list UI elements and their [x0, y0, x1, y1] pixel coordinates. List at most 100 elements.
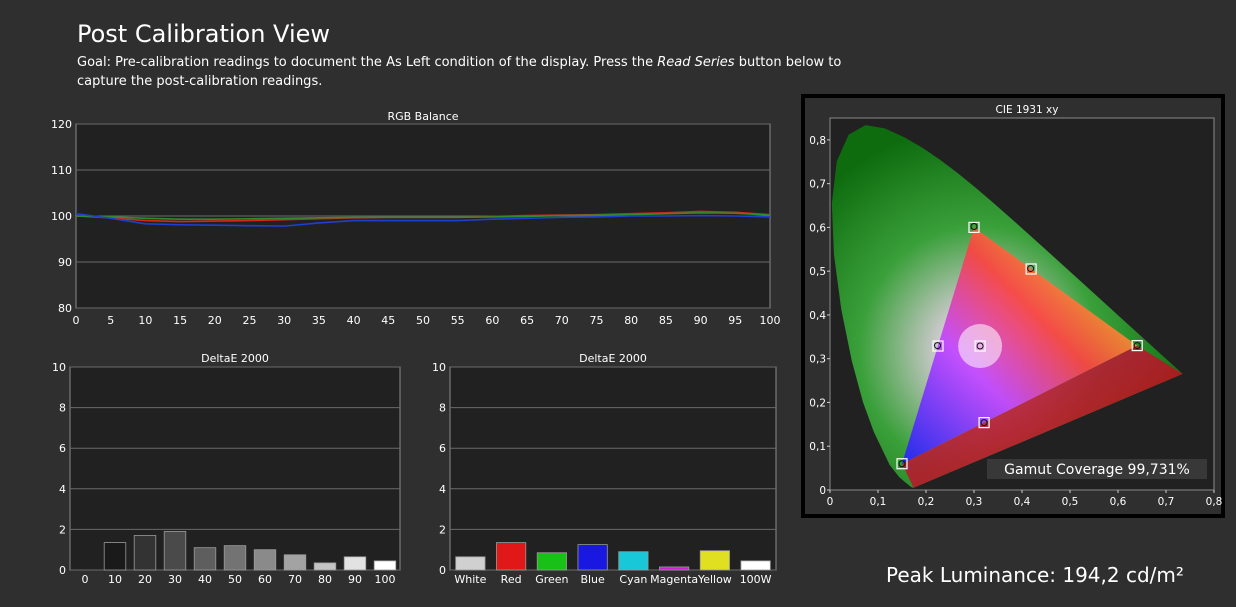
x-tick-label: 0,2: [918, 496, 935, 508]
chart-title: DeltaE 2000: [579, 352, 647, 365]
x-tick-label: 100: [375, 573, 396, 586]
bar-50: [223, 545, 247, 571]
y-tick-label: 0,2: [809, 397, 826, 409]
deltae-colors-chart: DeltaE 2000 0 2 4 6 8 10 White Red Green Blue Cyan M…: [420, 350, 790, 590]
plot-area: [449, 366, 777, 571]
y-tick-label: 2: [59, 523, 66, 536]
x-tick-label: 80: [624, 314, 638, 327]
x-tick-label: 15: [173, 314, 187, 327]
bar-20: [133, 535, 157, 571]
x-tick-label: 0: [73, 314, 80, 327]
deltae-grayscale-chart: DeltaE 2000 0 2 4 6 8 10 0 10 20 30 40 50 60 70 80 90 100: [40, 350, 410, 590]
white-point-glow: [958, 324, 1003, 369]
y-tick-label: 0: [439, 564, 446, 577]
y-tick-label: 10: [52, 361, 66, 374]
y-tick-label: 6: [59, 442, 66, 455]
x-tick-label: 0,3: [966, 496, 983, 508]
y-tick-label: 2: [439, 523, 446, 536]
bar-Yellow: [699, 550, 730, 571]
x-tick-label: White: [454, 573, 486, 586]
x-tick-label: 50: [416, 314, 430, 327]
goal-prefix: Goal: Pre-calibration readings to docume…: [77, 55, 658, 70]
cie-1931-chart: CIE 1931 xy 0 0,1 0,2 0,3 0,4 0,5 0,6 0,7 0,8 0 0,1…: [801, 94, 1225, 518]
x-tick-label: 60: [485, 314, 499, 327]
chart-title: DeltaE 2000: [201, 352, 269, 365]
chart-title: CIE 1931 xy: [996, 104, 1059, 116]
x-tick-label: 65: [520, 314, 534, 327]
x-tick-label: 70: [555, 314, 569, 327]
x-tick-label: Magenta: [650, 573, 698, 586]
y-tick-label: 90: [58, 256, 72, 269]
x-tick-label: 20: [138, 573, 152, 586]
x-tick-label: 85: [659, 314, 673, 327]
x-tick-label: 0,4: [1014, 496, 1031, 508]
page-title: Post Calibration View: [77, 20, 331, 48]
x-tick-label: 50: [228, 573, 242, 586]
rgb-balance-svg: RGB Balance 80 90 100 110 120 0 5 10 15 20 25 30 35 40…: [51, 110, 781, 327]
cie-1931-svg: CIE 1931 xy 0 0,1 0,2 0,3 0,4 0,5 0,6 0,7 0,8 0 0,1…: [809, 104, 1222, 508]
bar-Magenta: [659, 566, 690, 571]
rgb-balance-chart: RGB Balance 80 90 100 110 120 0 5 10 15 20 25 30 35 40…: [40, 108, 785, 330]
x-tick-label: 55: [451, 314, 465, 327]
x-tick-label: Yellow: [697, 573, 732, 586]
x-tick-label: 100W: [740, 573, 772, 586]
x-tick-label: 90: [348, 573, 362, 586]
bar-70: [283, 554, 307, 571]
y-tick-label: 110: [51, 164, 72, 177]
y-tick-label: 0,4: [809, 310, 826, 322]
peak-luminance: Peak Luminance: 194,2 cd/m²: [886, 563, 1184, 587]
x-tick-label: 20: [208, 314, 222, 327]
x-tick-label: 30: [277, 314, 291, 327]
x-tick-label: 80: [318, 573, 332, 586]
x-tick-label: 30: [168, 573, 182, 586]
y-tick-label: 0,7: [809, 179, 826, 191]
y-tick-label: 0,5: [809, 266, 826, 278]
x-tick-label: 100: [760, 314, 781, 327]
y-tick-label: 6: [439, 442, 446, 455]
y-tick-label: 0,3: [809, 354, 826, 366]
y-tick-label: 10: [432, 361, 446, 374]
x-tick-label: Cyan: [619, 573, 647, 586]
y-tick-label: 8: [439, 402, 446, 415]
bar-Red: [496, 542, 527, 571]
x-tick-label: 40: [347, 314, 361, 327]
y-tick-label: 0,8: [809, 135, 826, 147]
x-tick-label: 10: [138, 314, 152, 327]
bar-90: [343, 556, 367, 571]
x-tick-label: 0,7: [1158, 496, 1175, 508]
bar-60: [253, 549, 277, 571]
x-tick-label: Green: [535, 573, 568, 586]
x-tick-label: 60: [258, 573, 272, 586]
x-tick-label: 0,5: [1062, 496, 1079, 508]
bar-Cyan: [618, 551, 649, 571]
x-tick-label: 0: [82, 573, 89, 586]
x-tick-label: 0,1: [870, 496, 887, 508]
y-tick-label: 8: [59, 402, 66, 415]
bar-100W: [740, 560, 771, 571]
y-tick-label: 100: [51, 210, 72, 223]
y-tick-label: 4: [59, 483, 66, 496]
y-tick-label: 80: [58, 302, 72, 315]
bar-80: [313, 562, 337, 571]
y-tick-label: 4: [439, 483, 446, 496]
x-tick-label: Red: [501, 573, 522, 586]
y-tick-label: 120: [51, 118, 72, 131]
bar-100: [373, 560, 397, 571]
y-tick-label: 0,1: [809, 441, 826, 453]
bar-10: [103, 542, 127, 571]
x-tick-label: 90: [694, 314, 708, 327]
x-tick-label: 35: [312, 314, 326, 327]
x-tick-label: 45: [381, 314, 395, 327]
x-tick-label: 70: [288, 573, 302, 586]
x-tick-label: 0: [827, 496, 834, 508]
x-tick-label: 5: [107, 314, 114, 327]
x-tick-label: 40: [198, 573, 212, 586]
bar-40: [193, 547, 217, 571]
goal-text: Goal: Pre-calibration readings to docume…: [77, 53, 877, 91]
y-tick-label: 0,6: [809, 222, 826, 234]
bar-Blue: [577, 544, 608, 571]
plot-area: [69, 366, 401, 571]
goal-emphasis: Read Series: [657, 55, 735, 70]
bar-White: [455, 556, 486, 571]
deltae-colors-svg: DeltaE 2000 0 2 4 6 8 10 White Red Green Blue Cyan M…: [432, 352, 777, 586]
